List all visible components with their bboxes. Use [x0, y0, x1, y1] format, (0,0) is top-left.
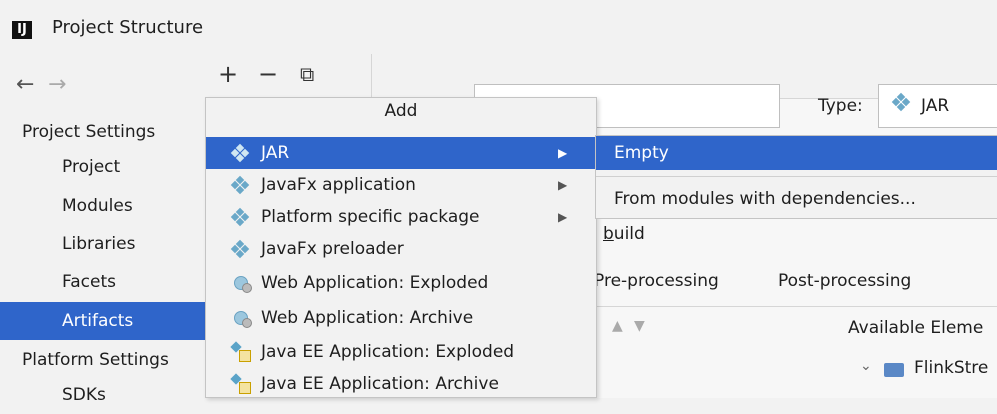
copy-icon[interactable]: ⧉: [300, 62, 314, 86]
back-arrow-icon[interactable]: ←: [16, 72, 34, 97]
sidebar-item-project[interactable]: Project: [0, 148, 205, 186]
type-label: Type:: [818, 96, 863, 116]
type-select-value: JAR: [921, 96, 950, 116]
tabs-divider: [590, 306, 997, 307]
type-select[interactable]: JAR: [878, 84, 997, 128]
submenu-arrow-icon: ▶: [558, 178, 568, 192]
javaee-icon: [230, 341, 251, 362]
jar-icon: [230, 207, 250, 227]
jar-icon: [230, 175, 250, 195]
jar-icon: [891, 92, 911, 112]
build-mnemonic: b: [603, 224, 614, 244]
include-in-build-checkbox-label[interactable]: build: [603, 224, 645, 244]
menu-item-jar[interactable]: JAR ▶: [206, 137, 596, 169]
menu-item-platform-specific-package[interactable]: Platform specific package ▶: [206, 201, 596, 233]
menu-item-javaee-exploded[interactable]: Java EE Application: Exploded: [206, 336, 596, 368]
toolbar-divider: [371, 54, 372, 98]
menu-item-web-app-exploded[interactable]: Web Application: Exploded: [206, 267, 596, 299]
move-up-icon[interactable]: ▲: [612, 318, 623, 334]
sidebar-item-label: Libraries: [62, 234, 136, 254]
build-label-text: uild: [613, 224, 645, 244]
menu-item-label: JAR: [261, 143, 290, 163]
tree-item-label[interactable]: FlinkStre: [914, 358, 988, 378]
move-down-icon[interactable]: ▼: [634, 318, 645, 334]
menu-item-label: JavaFx preloader: [261, 239, 404, 259]
submenu-separator: [596, 176, 997, 177]
tab-post-processing[interactable]: Post-processing: [778, 271, 911, 291]
sidebar-item-libraries[interactable]: Libraries: [0, 225, 205, 263]
submenu-item-from-modules[interactable]: From modules with dependencies...: [614, 189, 916, 209]
menu-item-label: Web Application: Exploded: [261, 273, 489, 293]
module-folder-icon: [884, 363, 904, 377]
project-settings-header: Project Settings: [22, 122, 156, 142]
submenu-arrow-icon: ▶: [558, 210, 568, 224]
chevron-down-icon[interactable]: ⌄: [860, 358, 872, 374]
menu-item-label: Platform specific package: [261, 207, 480, 227]
sidebar-item-facets[interactable]: Facets: [0, 263, 205, 301]
sidebar-item-label: Facets: [62, 272, 116, 292]
forward-arrow-icon[interactable]: →: [48, 72, 66, 97]
sidebar-item-label: Project: [62, 157, 121, 177]
menu-item-javaee-archive[interactable]: Java EE Application: Archive: [206, 368, 596, 400]
popup-title: Add: [384, 101, 418, 121]
menu-item-label: JavaFx application: [261, 175, 416, 195]
submenu-arrow-icon: ▶: [558, 146, 568, 160]
web-app-icon: [232, 274, 252, 293]
menu-item-label: Java EE Application: Exploded: [261, 342, 515, 362]
submenu-item-label: Empty: [614, 143, 669, 163]
sidebar-item-label: Artifacts: [62, 311, 134, 331]
jar-icon: [230, 239, 250, 259]
menu-item-javafx-application[interactable]: JavaFx application ▶: [206, 169, 596, 201]
add-icon[interactable]: +: [218, 60, 238, 88]
available-elements-label: Available Eleme: [848, 318, 984, 338]
sidebar-item-modules[interactable]: Modules: [0, 187, 205, 225]
menu-item-javafx-preloader[interactable]: JavaFx preloader: [206, 233, 596, 265]
sidebar-item-artifacts[interactable]: Artifacts: [0, 302, 205, 340]
menu-item-label: Web Application: Archive: [261, 308, 474, 328]
sidebar-item-sdks[interactable]: SDKs: [0, 376, 205, 414]
sidebar-item-label: Modules: [62, 196, 133, 216]
jar-icon: [230, 143, 250, 163]
web-app-icon: [232, 309, 252, 328]
javaee-icon: [230, 373, 251, 394]
platform-settings-header: Platform Settings: [22, 350, 169, 370]
menu-item-web-app-archive[interactable]: Web Application: Archive: [206, 302, 596, 334]
window-title: Project Structure: [52, 17, 204, 38]
submenu-item-empty[interactable]: Empty: [596, 136, 997, 170]
tab-pre-processing[interactable]: Pre-processing: [594, 271, 719, 291]
sidebar-item-label: SDKs: [62, 385, 106, 405]
remove-icon[interactable]: −: [258, 60, 278, 88]
menu-item-label: Java EE Application: Archive: [261, 374, 499, 394]
intellij-app-icon: IJ: [12, 21, 32, 39]
